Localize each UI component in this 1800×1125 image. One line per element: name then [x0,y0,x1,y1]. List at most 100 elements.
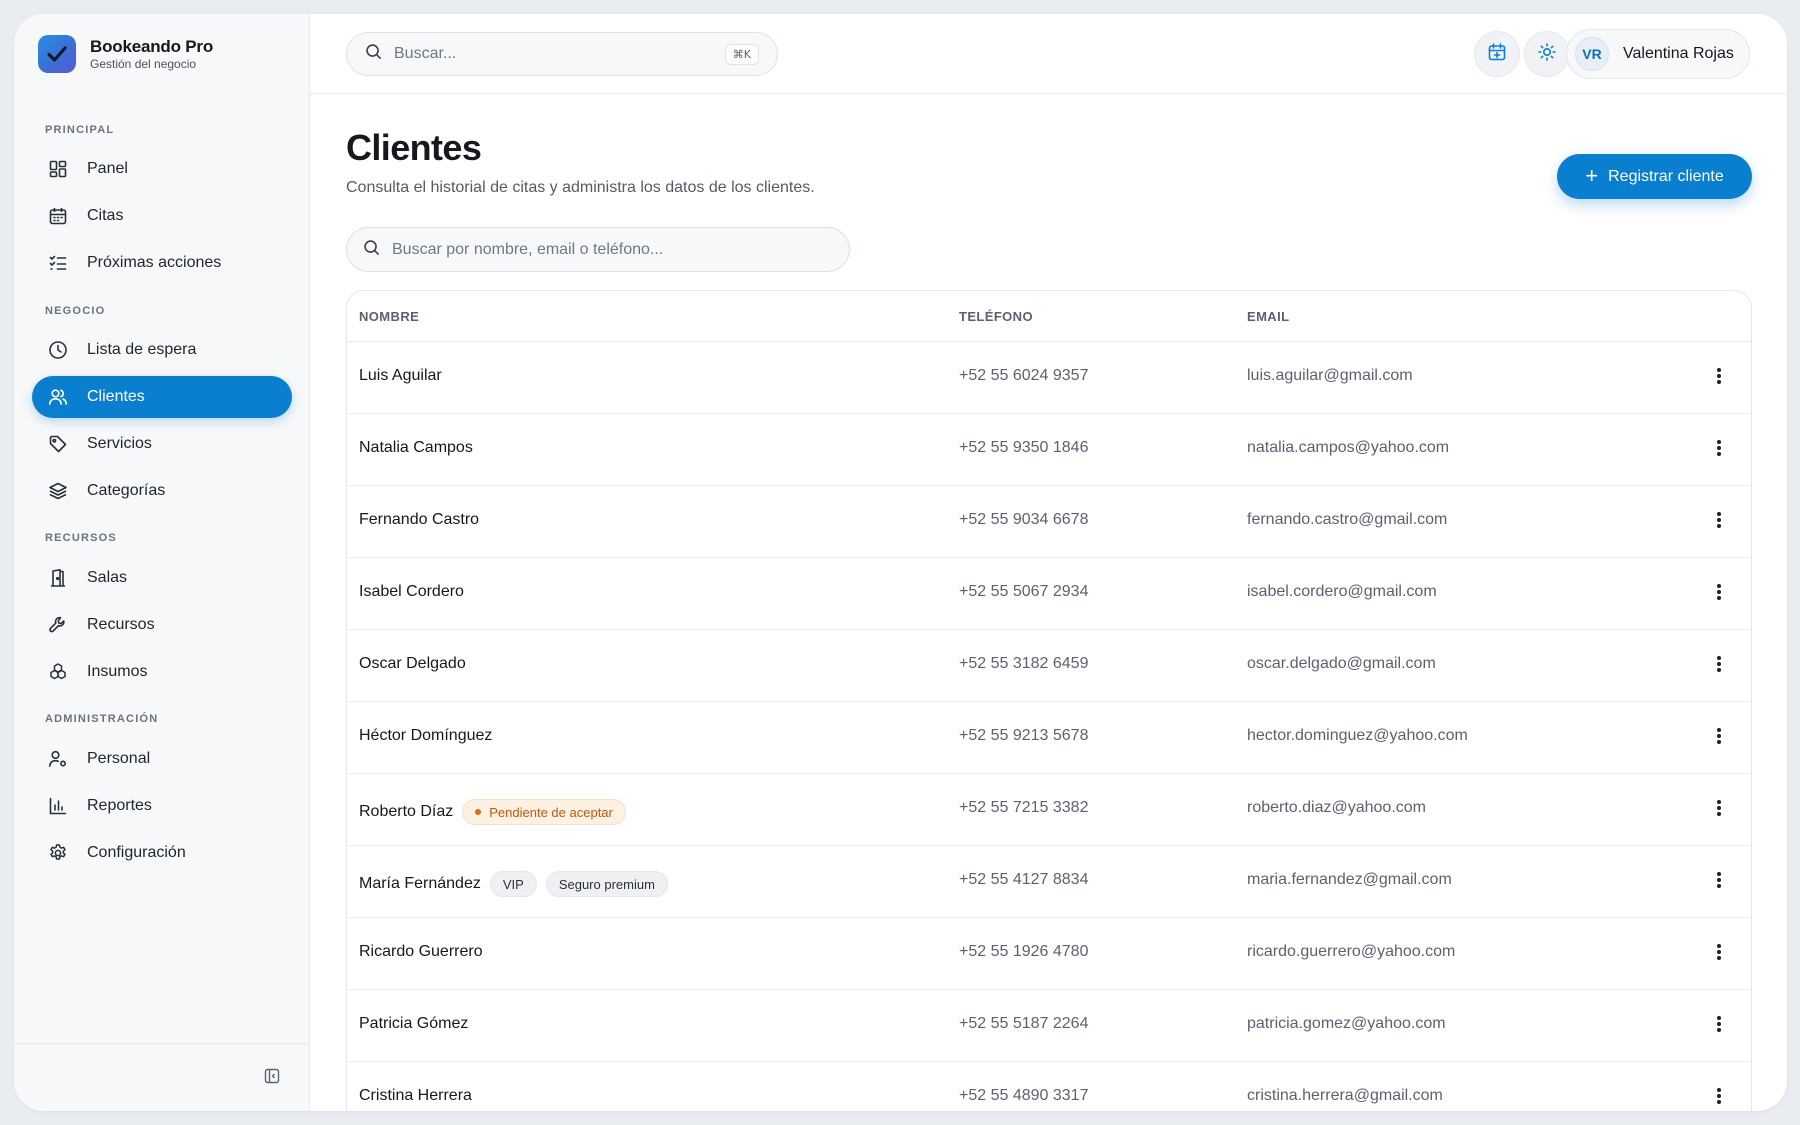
client-name: Luis Aguilar [359,367,442,384]
client-email: fernando.castro@gmail.com [1247,511,1448,528]
kebab-dot [1717,596,1721,600]
sidebar-item-label: Servicios [87,435,152,452]
kebab-dot [1717,956,1721,960]
table-row[interactable]: Héctor Domínguez +52 55 9213 5678 hector.d… [347,702,1751,774]
kebab-dot [1717,380,1721,384]
kebab-dot [1717,740,1721,744]
more-options-icon[interactable] [1717,944,1721,960]
sidebar-item-servicios[interactable]: Servicios [32,423,292,465]
column-header-email[interactable]: EMAIL [1247,309,1289,324]
more-options-icon[interactable] [1717,728,1721,744]
sidebar-item-salas[interactable]: Salas [32,557,292,599]
client-phone: +52 55 4890 3317 [959,1087,1089,1104]
sidebar-item-panel[interactable]: Panel [32,148,292,190]
sidebar-item-insumos[interactable]: Insumos [32,651,292,693]
more-options-icon[interactable] [1717,800,1721,816]
brand-subtitle: Gestión del negocio [90,56,197,71]
page-subtitle: Consulta el historial de citas y adminis… [346,179,815,196]
client-email: roberto.diaz@yahoo.com [1247,799,1426,816]
table-row[interactable]: Isabel Cordero +52 55 5067 2934 isabel.cor… [347,558,1751,630]
client-name: María Fernández [359,875,481,892]
sidebar-item-configuracion[interactable]: Configuración [32,832,292,874]
client-name: Isabel Cordero [359,583,464,600]
nav-section-negocio: NEGOCIO [45,305,106,317]
register-client-button[interactable]: + Registrar cliente [1557,154,1752,199]
kebab-dot [1717,1100,1721,1104]
kebab-dot [1717,512,1721,516]
kebab-dot [1717,878,1721,882]
collapse-sidebar-icon[interactable] [264,1068,282,1086]
sidebar-item-lista-de-espera[interactable]: Lista de espera [32,329,292,371]
theme-toggle-button[interactable] [1524,31,1570,77]
clients-table: NOMBRE TELÉFONO EMAIL Luis Aguilar +52 55… [346,290,1752,1111]
client-name-cell: Isabel Cordero [359,583,464,601]
sidebar-item-proximas-acciones[interactable]: Próximas acciones [32,242,292,284]
client-name-cell: Luis Aguilar [359,367,442,385]
client-name: Natalia Campos [359,439,473,456]
more-options-icon[interactable] [1717,512,1721,528]
sidebar-item-reportes[interactable]: Reportes [32,785,292,827]
calendar-plus-icon [1487,42,1507,67]
more-options-icon[interactable] [1717,656,1721,672]
more-options-icon[interactable] [1717,1088,1721,1104]
nav-section-principal: PRINCIPAL [45,124,115,136]
sidebar-item-citas[interactable]: Citas [32,195,292,237]
global-search-input[interactable]: Buscar... ⌘K [346,32,778,76]
more-options-icon[interactable] [1717,440,1721,456]
client-tag: Seguro premium [545,871,668,897]
status-badge: Pendiente de aceptar [462,799,626,825]
table-row[interactable]: María Fernández VIP Seguro premium +52 55 4… [347,846,1751,918]
column-header-nombre[interactable]: NOMBRE [359,309,419,324]
client-phone: +52 55 9213 5678 [959,727,1089,744]
kebab-dot [1717,1094,1721,1098]
kebab-dot [1717,812,1721,816]
kebab-dot [1717,884,1721,888]
table-row[interactable]: Roberto Díaz Pendiente de aceptar +52 55 7… [347,774,1751,846]
gear-icon [47,842,69,864]
wrench-icon [47,614,69,636]
more-options-icon[interactable] [1717,368,1721,384]
more-options-icon[interactable] [1717,1016,1721,1032]
column-header-telefono[interactable]: TELÉFONO [959,309,1033,324]
client-email: ricardo.guerrero@yahoo.com [1247,943,1456,960]
table-row[interactable]: Oscar Delgado +52 55 3182 6459 oscar.delga… [347,630,1751,702]
client-name-cell: Ricardo Guerrero [359,943,483,961]
sidebar-item-label: Configuración [87,844,186,861]
client-name-cell: Fernando Castro [359,511,479,529]
table-header: NOMBRE TELÉFONO EMAIL [347,291,1751,342]
client-name: Fernando Castro [359,511,480,528]
user-menu[interactable]: VR Valentina Rojas [1566,29,1750,79]
brand[interactable]: Bookeando Pro Gestión del negocio [38,35,213,73]
client-name: Oscar Delgado [359,655,466,672]
more-options-icon[interactable] [1717,872,1721,888]
app-window: Bookeando Pro Gestión del negocio PRINCI… [14,14,1787,1111]
sidebar-item-recursos[interactable]: Recursos [32,604,292,646]
sidebar-item-clientes[interactable]: Clientes [32,376,292,418]
kebab-dot [1717,1016,1721,1020]
table-row[interactable]: Natalia Campos +52 55 9350 1846 natalia.ca… [347,414,1751,486]
calendar-icon [47,205,69,227]
client-name: Roberto Díaz [359,803,454,820]
sidebar-item-personal[interactable]: Personal [32,738,292,780]
client-search-input[interactable]: Buscar por nombre, email o teléfono... [346,227,850,272]
kebab-dot [1717,518,1721,522]
client-tag: VIP [489,871,537,897]
client-email: hector.dominguez@yahoo.com [1247,727,1468,744]
table-row[interactable]: Luis Aguilar +52 55 6024 9357 luis.aguilar… [347,342,1751,414]
main-content: Buscar... ⌘K VR Valentina Rojas Clientes… [310,14,1787,1111]
table-row[interactable]: Fernando Castro +52 55 9034 6678 fernando.… [347,486,1751,558]
sidebar-item-categorias[interactable]: Categorías [32,470,292,512]
tag-label: Pendiente de aceptar [489,804,613,820]
kebab-dot [1717,368,1721,372]
client-email: natalia.campos@yahoo.com [1247,439,1450,456]
table-row[interactable]: Ricardo Guerrero +52 55 1926 4780 ricardo.… [347,918,1751,990]
layers-icon [47,480,69,502]
table-row[interactable]: Patricia Gómez +52 55 5187 2264 patricia.g… [347,990,1751,1062]
door-icon [47,567,69,589]
new-appointment-button[interactable] [1474,31,1520,77]
brand-name: Bookeando Pro [90,36,214,56]
kebab-dot [1717,656,1721,660]
more-options-icon[interactable] [1717,584,1721,600]
table-row[interactable]: Cristina Herrera +52 55 4890 3317 cristina… [347,1062,1751,1111]
kebab-dot [1717,446,1721,450]
